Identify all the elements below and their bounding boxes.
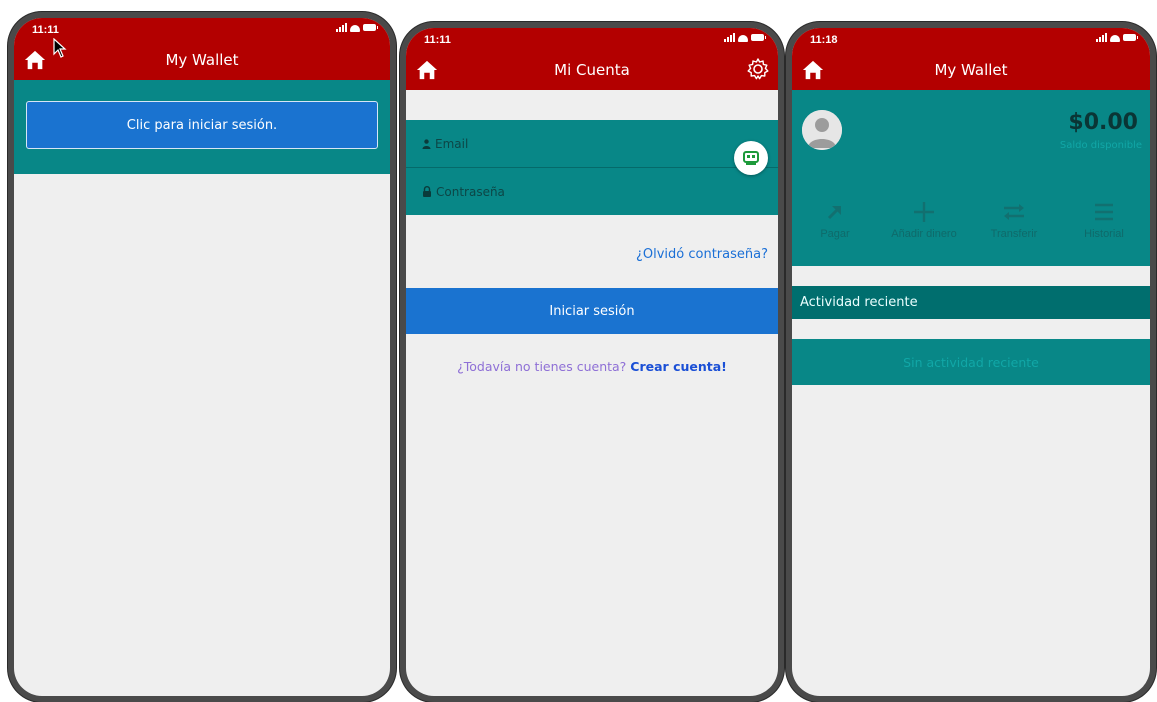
menu-icon [1095,203,1113,221]
history-button[interactable]: Historial [1064,200,1144,240]
signup-question: ¿Todavía no tienes cuenta? [457,359,627,374]
screen: 11:11 Mi Cuenta Email Contraseña ¿Olvidó… [406,28,778,696]
wifi-icon [1110,33,1120,42]
battery-icon [1123,34,1138,41]
pay-label: Pagar [820,228,850,240]
signup-prompt: ¿Todavía no tienes cuenta? Crear cuenta! [406,359,778,374]
status-bar: 11:11 [14,18,390,40]
password-placeholder: Contraseña [436,184,505,199]
email-placeholder: Email [435,136,469,151]
transfer-label: Transferir [990,228,1038,240]
status-bar: 11:11 [406,28,778,50]
balance-amount: $0.00 [1068,110,1138,135]
recent-activity-empty: Sin actividad reciente [792,339,1150,385]
app-title: Mi Cuenta [554,61,630,79]
status-icons [724,33,766,42]
password-manager-icon[interactable] [734,141,768,175]
login-banner-area: Clic para iniciar sesión. [14,80,390,174]
user-icon [422,138,431,149]
history-label: Historial [1084,228,1124,240]
email-field[interactable]: Email [406,120,778,167]
wifi-icon [350,23,360,32]
status-icons [1096,33,1138,42]
app-bar: Mi Cuenta [406,50,778,90]
avatar-icon[interactable] [802,110,842,150]
phone-screen-wallet-dashboard: 11:18 My Wallet $0.00 Saldo disponible P… [786,22,1156,702]
wallet-summary: $0.00 Saldo disponible Pagar Añadir dine… [792,90,1150,266]
app-title: My Wallet [165,51,239,69]
status-bar: 11:18 [792,28,1150,50]
signal-icon [336,23,347,32]
add-money-label: Añadir dinero [891,228,957,240]
battery-icon [363,24,378,31]
arrow-up-right-icon [827,205,842,220]
status-icons [336,23,378,32]
screen: 11:18 My Wallet $0.00 Saldo disponible P… [792,28,1150,696]
signal-icon [1096,33,1107,42]
app-bar: My Wallet [14,40,390,80]
phone-screen-account-login: 11:11 Mi Cuenta Email Contraseña ¿Olvidó… [400,22,784,702]
phone-screen-wallet-logged-out: 11:11 My Wallet Clic para iniciar sesión… [8,12,396,702]
login-button[interactable]: Iniciar sesión [406,288,778,334]
wifi-icon [738,33,748,42]
status-time: 11:11 [32,24,59,36]
recent-activity-header: Actividad reciente [792,286,1150,319]
app-bar: My Wallet [792,50,1150,90]
lock-icon [423,186,431,197]
screen: 11:11 My Wallet Clic para iniciar sesión… [14,18,390,696]
transfer-button[interactable]: Transferir [974,200,1054,240]
gear-icon[interactable] [746,57,770,81]
login-prompt-button[interactable]: Clic para iniciar sesión. [26,101,378,149]
pay-button[interactable]: Pagar [795,200,875,240]
add-money-button[interactable]: Añadir dinero [884,200,964,240]
battery-icon [751,34,766,41]
transfer-icon [1004,204,1024,220]
create-account-link[interactable]: Crear cuenta! [630,359,727,374]
balance-label: Saldo disponible [1059,140,1142,151]
forgot-password-link[interactable]: ¿Olvidó contraseña? [636,247,768,262]
app-title: My Wallet [934,61,1008,79]
mouse-cursor-icon [53,38,67,58]
status-time: 11:18 [810,34,838,46]
status-time: 11:11 [424,34,451,46]
plus-icon [914,202,934,222]
signal-icon [724,33,735,42]
password-field[interactable]: Contraseña [406,168,778,215]
